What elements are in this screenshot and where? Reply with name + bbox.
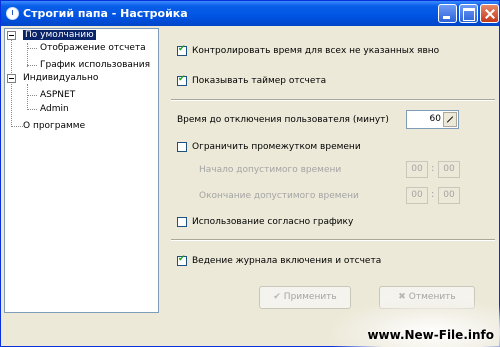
tree-line (27, 65, 37, 66)
tree-line (27, 95, 37, 96)
time-colon: : (431, 163, 435, 174)
show-timer-checkbox[interactable] (177, 74, 187, 86)
disconnect-time-value: 60 (429, 114, 441, 124)
control-time-label: Контролировать время для всех не указанн… (192, 46, 440, 56)
app-clock-icon (6, 7, 19, 20)
tree-line (27, 48, 37, 49)
tree-item-individual[interactable]: Индивидуально (23, 73, 98, 83)
apply-button-label: Применить (283, 292, 337, 302)
disconnect-time-label: Время до отключения пользователя (минут) (177, 115, 389, 125)
time-colon: : (431, 189, 435, 200)
spin-edit-icon[interactable] (443, 112, 457, 127)
tree-item-aspnet[interactable]: ASPNET (40, 90, 75, 100)
start-hours-field[interactable]: 00 (406, 161, 428, 178)
journal-label: Ведение журнала включения и отсчета (192, 256, 382, 266)
use-schedule-label: Использование согласно графику (192, 217, 354, 227)
tree-item-defaults[interactable]: По умолчанию (23, 30, 96, 40)
window-title: Строгий папа - Настройка (23, 7, 188, 20)
settings-panel: Контролировать время для всех не указанн… (161, 28, 499, 313)
tree-item-countdown-display[interactable]: Отображение отсчета (40, 43, 146, 53)
end-time-label: Окончание допустимого времени (199, 191, 359, 201)
start-minutes-field[interactable]: 00 (438, 161, 460, 178)
disconnect-time-spinner[interactable]: 60 (406, 110, 459, 129)
limit-interval-label: Ограничить промежутком времени (192, 142, 361, 152)
start-time-label: Начало допустимого времени (199, 165, 342, 175)
apply-check-icon: ✔ (273, 292, 281, 302)
maximize-icon[interactable] (459, 4, 478, 23)
collapse-icon[interactable] (7, 31, 16, 40)
journal-checkbox[interactable] (177, 254, 187, 266)
minimize-icon[interactable] (438, 4, 457, 23)
end-hours-field[interactable]: 00 (406, 187, 428, 204)
tree-line (27, 109, 37, 110)
title-bar[interactable]: Строгий папа - Настройка (1, 1, 499, 26)
settings-tree[interactable]: По умолчанию Отображение отсчета График … (4, 28, 159, 313)
separator (171, 239, 495, 241)
tree-line (27, 43, 28, 67)
settings-window: Строгий папа - Настройка По умолчанию От… (0, 0, 500, 347)
show-timer-label: Показывать таймер отсчета (192, 76, 327, 86)
end-minutes-field[interactable]: 00 (438, 187, 460, 204)
tree-item-usage-schedule[interactable]: График использования (40, 60, 150, 70)
use-schedule-checkbox[interactable] (177, 217, 187, 227)
tree-line (27, 84, 28, 108)
watermark-text: www.New-File.info (367, 328, 494, 342)
tree-item-admin[interactable]: Admin (40, 104, 69, 114)
tree-item-about[interactable]: О программе (23, 121, 85, 131)
close-icon[interactable] (480, 4, 499, 23)
collapse-icon[interactable] (7, 74, 16, 83)
tree-line (11, 126, 23, 127)
separator (171, 99, 495, 101)
control-time-checkbox[interactable] (177, 44, 187, 56)
limit-interval-checkbox[interactable] (177, 142, 187, 152)
